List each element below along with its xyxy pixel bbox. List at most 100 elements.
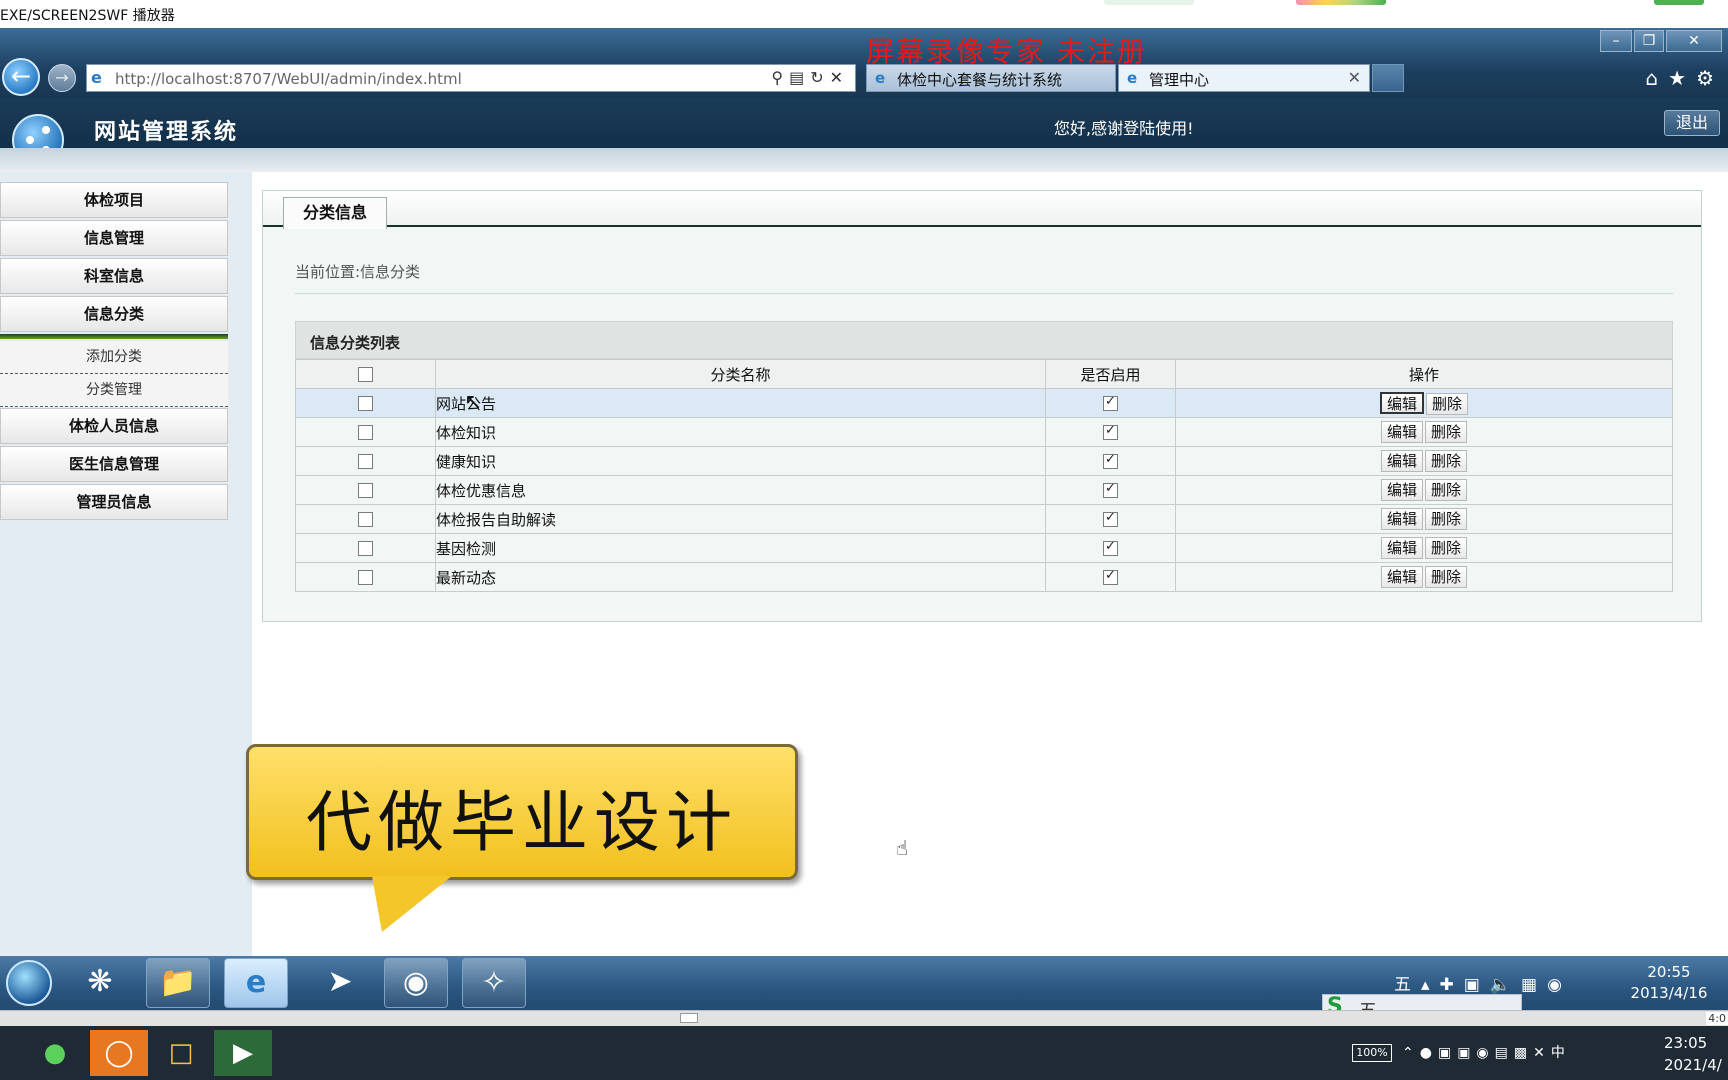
start-button[interactable] [6,960,52,1006]
tray-app-icon[interactable]: ▤ [1495,1045,1514,1061]
delete-button[interactable]: 删除 [1426,392,1469,415]
shield-app-icon[interactable]: ◯ [90,1030,148,1076]
row-checkbox[interactable] [358,512,373,527]
minimize-button[interactable]: – [1600,30,1632,52]
tray-app-icon[interactable]: ✚ [1440,975,1464,995]
enabled-checkbox[interactable] [1103,510,1118,527]
tray-app-icon[interactable]: ▣ [1438,1045,1457,1061]
row-checkbox[interactable] [358,454,373,469]
delete-button[interactable]: 删除 [1425,421,1468,443]
logout-button[interactable]: 退出 [1664,110,1720,136]
pinned-app-pinwheel-icon[interactable]: ❋ [68,958,132,1008]
delete-button[interactable]: 删除 [1425,537,1468,559]
sidebar-subitem-category-management[interactable]: 分类管理 [0,374,228,407]
address-url[interactable]: http://localhost:8707/WebUI/admin/index.… [115,70,462,88]
edit-button[interactable]: 编辑 [1380,508,1423,530]
player-progress-bar[interactable]: 4:0 [0,1010,1728,1026]
browser-app-icon[interactable]: ● [26,1030,84,1076]
sidebar-item-info-categories[interactable]: 信息分类 [0,296,228,332]
enabled-checkbox[interactable] [1103,423,1118,440]
delete-button[interactable]: 删除 [1425,479,1468,501]
network-icon[interactable]: ▣ [1464,975,1490,995]
recorder-app-icon[interactable]: ✧ [462,958,526,1008]
sidebar-item-info-management[interactable]: 信息管理 [0,220,228,256]
edit-button[interactable]: 编辑 [1380,421,1423,443]
gear-icon[interactable]: ⚙ [1696,66,1724,90]
edit-button[interactable]: 编辑 [1380,537,1423,559]
title-decoration [1296,0,1386,5]
ime-indicator[interactable]: 中 [1551,1045,1571,1061]
favorites-star-icon[interactable]: ★ [1668,66,1696,90]
show-hidden-icons[interactable]: ▴ [1421,975,1440,995]
row-checkbox[interactable] [358,483,373,498]
enabled-checkbox[interactable] [1103,394,1118,411]
row-checkbox[interactable] [358,425,373,440]
edit-button[interactable]: 编辑 [1380,450,1423,472]
pinned-app-bird-icon[interactable]: ➤ [308,958,372,1008]
actions-cell: 编辑 删除 [1175,504,1673,534]
search-icon[interactable]: ⚲ [771,68,789,87]
row-checkbox[interactable] [358,570,373,585]
progress-thumb[interactable] [680,1013,698,1023]
volume-icon[interactable]: 🔈 [1490,975,1521,995]
tray-app-icon[interactable]: ▦ [1521,975,1547,995]
mute-icon[interactable]: ✕ [1533,1045,1551,1061]
enabled-checkbox[interactable] [1103,539,1118,556]
category-name: 体检优惠信息 [435,475,1046,505]
home-icon[interactable]: ⌂ [1645,66,1668,90]
qq-penguin-icon[interactable]: ◉ [384,958,448,1008]
delete-button[interactable]: 删除 [1425,450,1468,472]
tab-category-info[interactable]: 分类信息 [283,197,387,229]
enabled-checkbox[interactable] [1103,452,1118,469]
forward-button[interactable]: → [48,64,76,92]
address-bar[interactable]: e http://localhost:8707/WebUI/admin/inde… [86,64,856,92]
edit-button[interactable]: 编辑 [1379,391,1424,414]
close-tab-icon[interactable]: ✕ [1348,68,1361,87]
tab-system[interactable]: e 体检中心套餐与统计系统 [866,64,1116,92]
tab-label: 管理中心 [1149,71,1210,89]
tray-app-icon[interactable]: ● [1420,1045,1438,1061]
delete-button[interactable]: 删除 [1425,566,1468,588]
system-tray: 五▴✚▣🔈▦◉ [1394,970,1572,995]
enabled-checkbox[interactable] [1103,481,1118,498]
cursor-arrow-icon: ↖ [464,390,483,415]
tab-admin-center[interactable]: e 管理中心 ✕ [1118,64,1370,92]
new-tab-button[interactable] [1372,64,1404,92]
enabled-checkbox[interactable] [1103,568,1118,585]
explorer-folder-icon[interactable]: 📁 [146,958,210,1008]
ie-page-icon: e [875,69,886,87]
sidebar-item-administrators[interactable]: 管理员信息 [0,484,228,520]
player-app-icon[interactable]: ▶ [214,1030,272,1076]
ime-indicator[interactable]: 五 [1394,975,1421,995]
battery-indicator[interactable]: 100% [1352,1044,1392,1062]
show-hidden-icons[interactable]: ⌃ [1402,1045,1420,1061]
tray-app-icon[interactable]: ▣ [1457,1045,1476,1061]
restore-button[interactable]: ❐ [1634,30,1664,52]
sidebar-subitem-add-category[interactable]: 添加分类 [0,341,228,374]
edit-button[interactable]: 编辑 [1380,479,1423,501]
compat-icon[interactable]: ▤ [789,68,810,87]
qq-tray-icon[interactable]: ◉ [1547,975,1572,995]
delete-button[interactable]: 删除 [1425,508,1468,530]
sidebar-item-checkup-persons[interactable]: 体检人员信息 [0,408,228,444]
edit-button[interactable]: 编辑 [1380,566,1423,588]
category-name: 体检知识 [435,417,1046,447]
row-checkbox[interactable] [358,396,373,411]
stop-icon[interactable]: ✕ [830,68,849,87]
network-icon[interactable]: ▩ [1514,1045,1533,1061]
folder-icon[interactable]: □ [152,1030,210,1076]
refresh-icon[interactable]: ↻ [810,68,829,87]
sidebar-item-doctors[interactable]: 医生信息管理 [0,446,228,482]
taskbar-clock[interactable]: 20:55 2013/4/16 [1620,962,1718,1004]
sidebar-item-departments[interactable]: 科室信息 [0,258,228,294]
select-all-checkbox[interactable] [358,367,373,382]
close-window-button[interactable]: ✕ [1666,30,1722,52]
address-tools[interactable]: ⚲▤↻✕ [771,68,849,87]
table-row: 体检报告自助解读 编辑删除 [295,504,1673,534]
host-clock[interactable]: 23:05 2021/4/ [1664,1032,1728,1076]
wechat-icon[interactable]: ◉ [1476,1045,1494,1061]
back-button[interactable]: ← [2,58,40,96]
ie-taskbar-icon[interactable]: e [224,958,288,1008]
sidebar-item-checkup-items[interactable]: 体检项目 [0,182,228,218]
row-checkbox[interactable] [358,541,373,556]
